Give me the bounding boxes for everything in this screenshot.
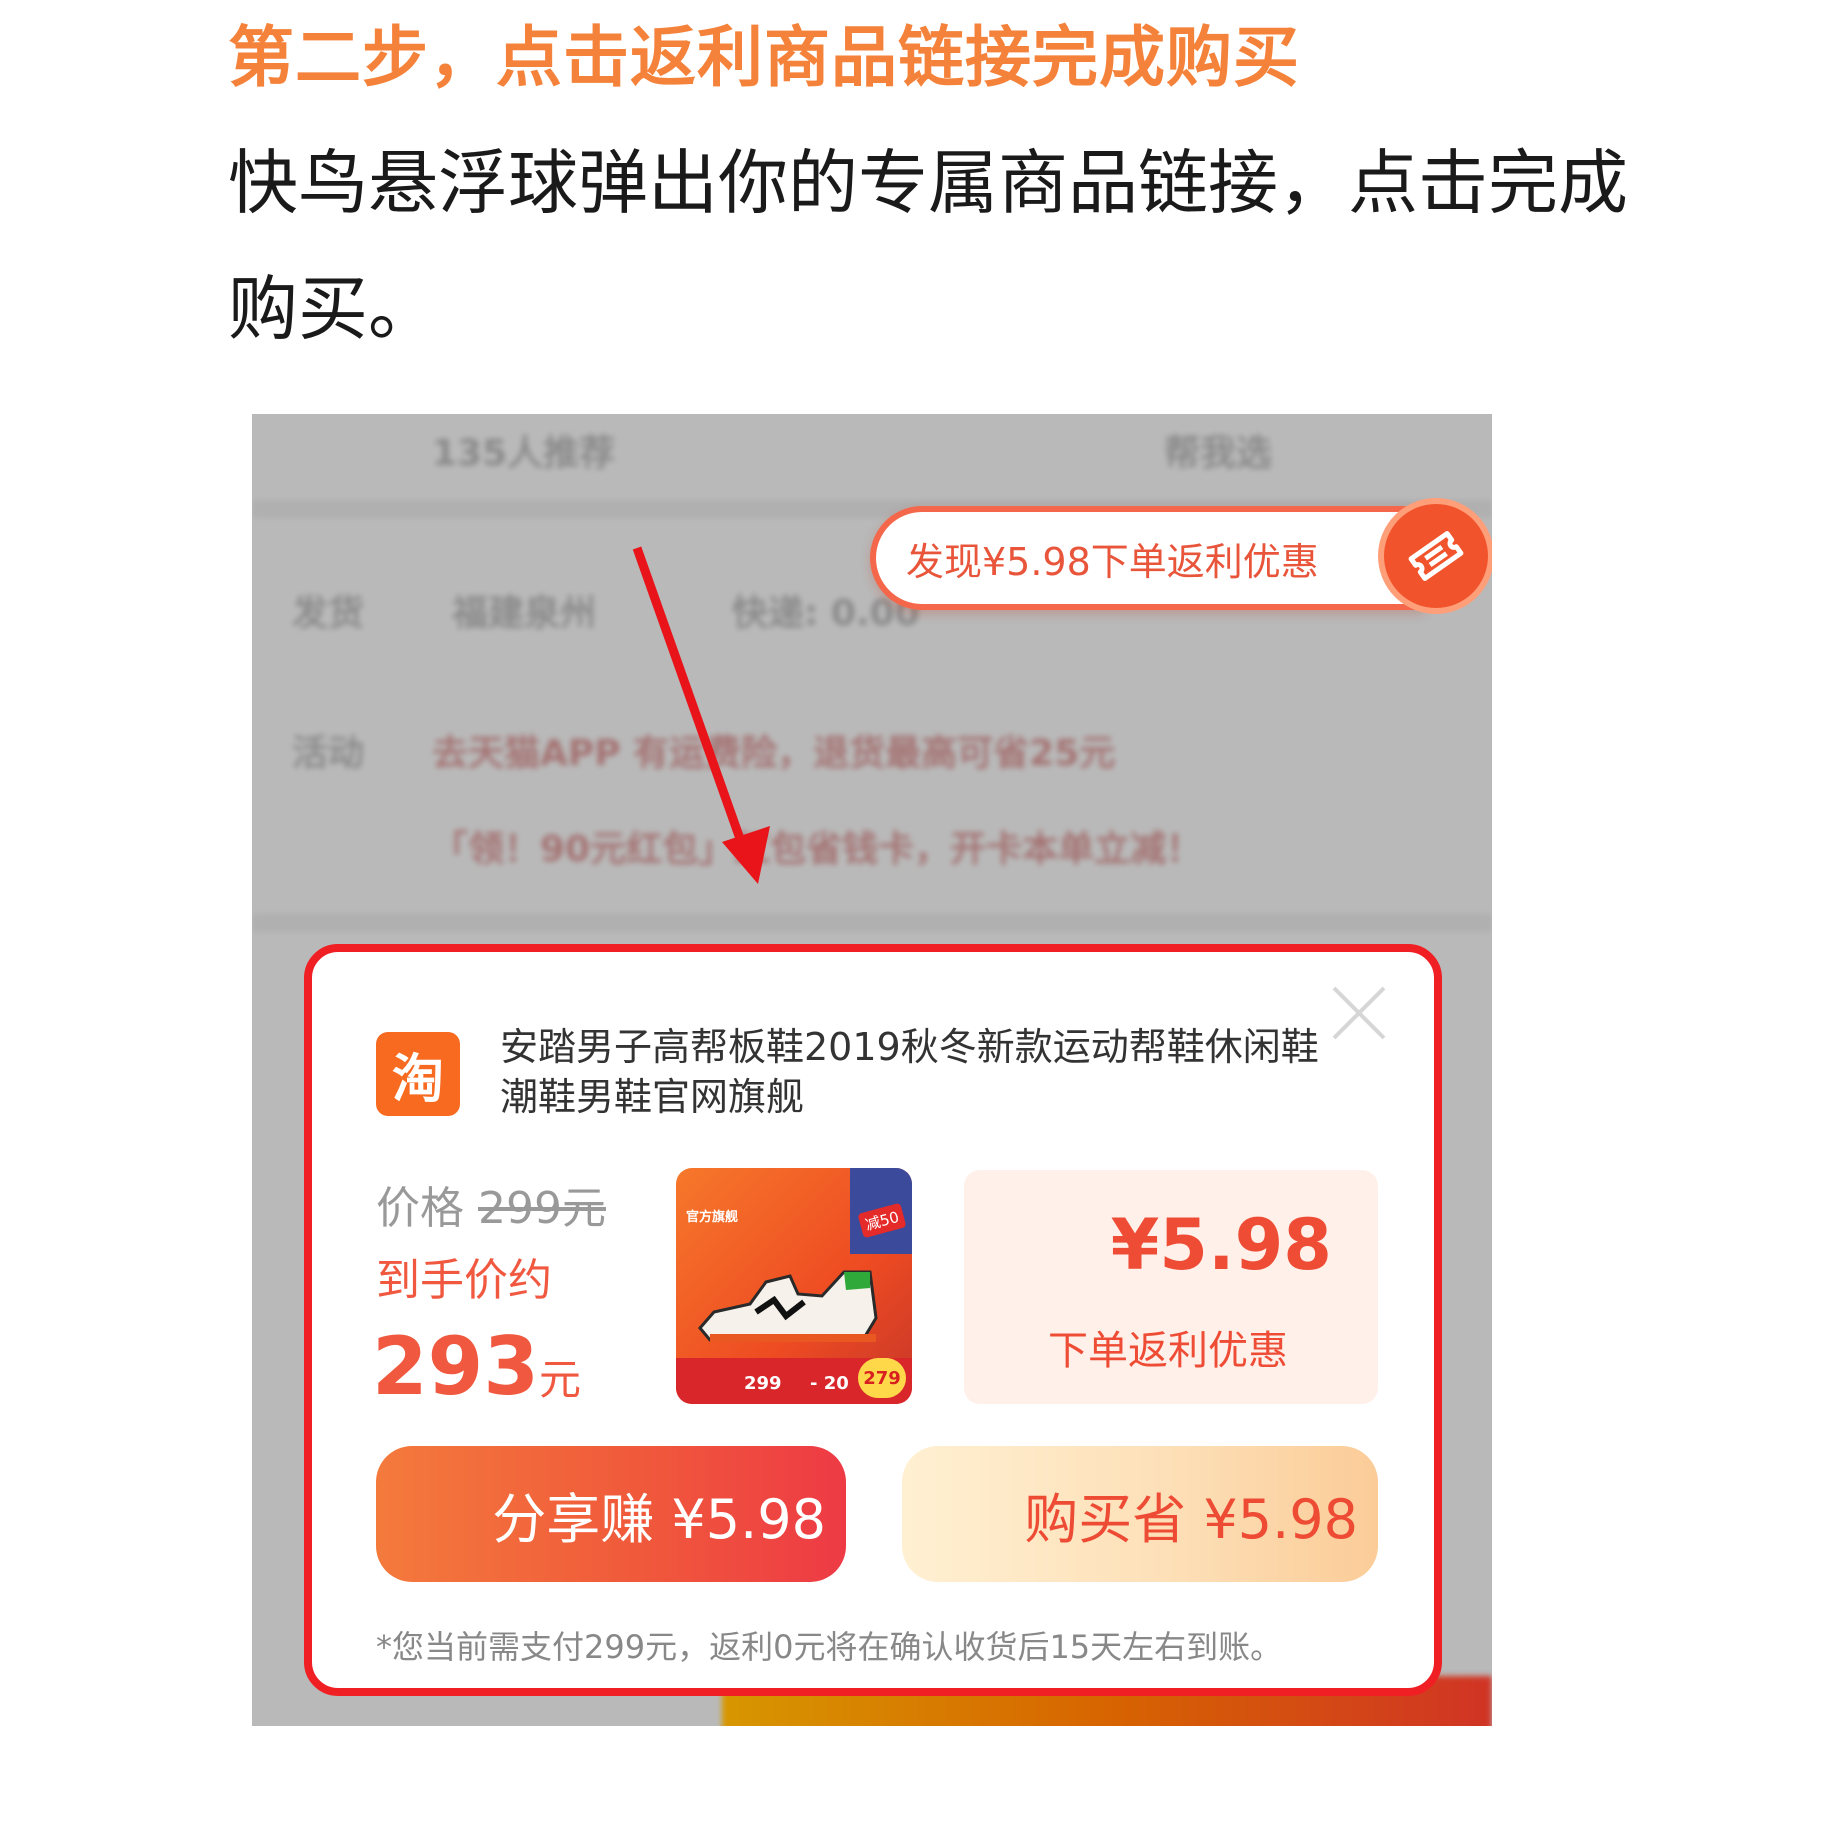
step-title: 第二步，点击返利商品链接完成购买 — [228, 19, 1300, 96]
net-price-value: 293 — [372, 1320, 539, 1413]
product-title[interactable]: 安踏男子高帮板鞋2019秋冬新款运动帮鞋休闲鞋潮鞋男鞋官网旗舰 — [500, 1022, 1320, 1122]
shoe-icon — [698, 1270, 878, 1342]
original-price: 价格 299元 — [376, 1172, 606, 1236]
close-icon[interactable] — [1330, 984, 1388, 1042]
original-price-value: 299元 — [478, 1183, 606, 1234]
net-price: 293元 — [372, 1320, 581, 1413]
net-price-unit: 元 — [539, 1355, 582, 1404]
rebate-label: 下单返利优惠 — [1048, 1328, 1288, 1374]
step-description: 快鸟悬浮球弹出你的专属商品链接，点击完成购买。 — [228, 142, 1628, 350]
rebate-popup: 淘 安踏男子高帮板鞋2019秋冬新款运动帮鞋休闲鞋潮鞋男鞋官网旗舰 价格 299… — [304, 944, 1442, 1696]
rebate-box: ¥5.98 下单返利优惠 — [964, 1170, 1378, 1404]
shop-tag: 官方旗舰 — [686, 1210, 739, 1225]
share-earn-button[interactable]: 分享赚 ¥5.98 — [376, 1446, 846, 1582]
payment-note: *您当前需支付299元，返利0元将在确认收货后15天左右到账。 — [376, 1628, 1283, 1666]
net-price-label: 到手价约 — [376, 1255, 552, 1306]
taobao-icon: 淘 — [376, 1032, 460, 1116]
buy-save-button[interactable]: 购买省 ¥5.98 — [902, 1446, 1378, 1582]
product-image[interactable]: 减50 官方旗舰 299 - 20 279 — [676, 1168, 912, 1404]
image-price-c: 279 — [858, 1358, 906, 1398]
image-price-b: - 20 — [810, 1373, 849, 1394]
app-screenshot: 135人推荐 帮我选 发货 福建泉州 快递: 0.00 活动 去天猫APP 有运… — [252, 414, 1492, 1726]
price-label: 价格 — [376, 1183, 464, 1234]
rebate-amount: ¥5.98 — [1110, 1204, 1332, 1286]
image-price-a: 299 — [744, 1373, 782, 1394]
